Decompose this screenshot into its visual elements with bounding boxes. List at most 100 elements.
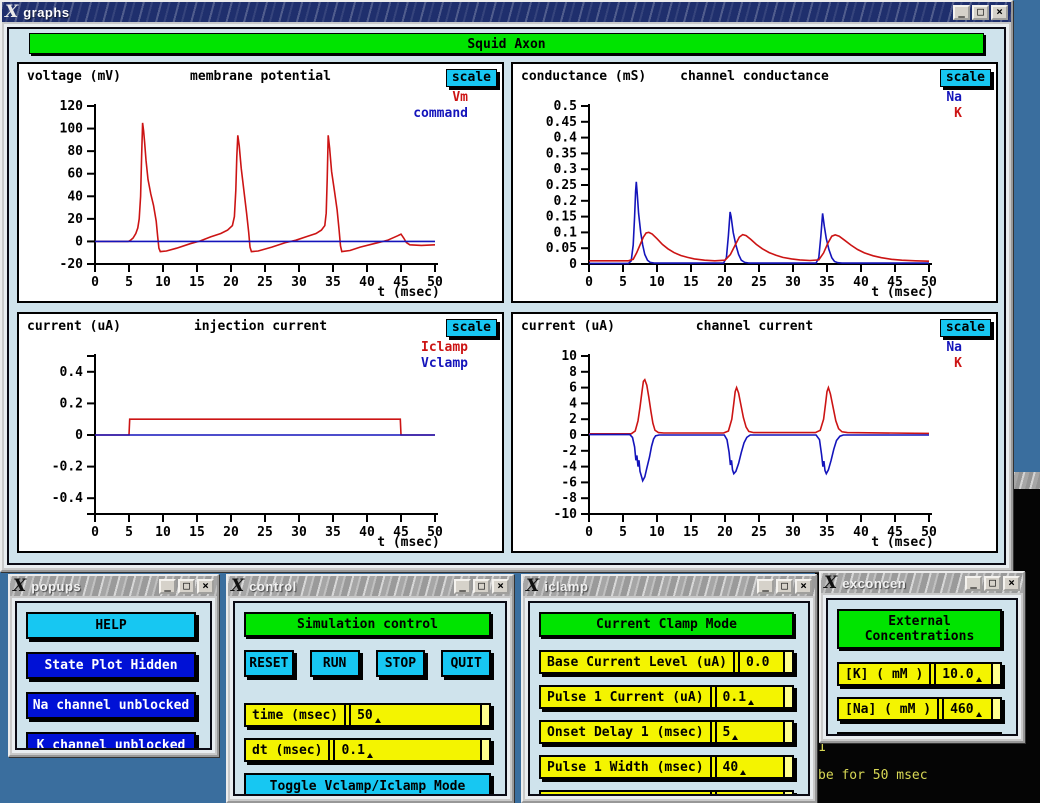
minimize-icon[interactable]: _ bbox=[159, 579, 176, 594]
pulse-2-current-ua-field: Pulse 2 Current (uA)0.0 bbox=[539, 790, 794, 796]
stop-button[interactable]: STOP bbox=[376, 650, 426, 677]
field-label: Onset Delay 1 (msec) bbox=[541, 722, 712, 742]
k-mm-field: [K] ( mM )10.0 bbox=[837, 662, 1002, 686]
field-label: [Na] ( mM ) bbox=[839, 699, 939, 719]
scale-button[interactable]: scale bbox=[940, 69, 991, 87]
svg-text:0: 0 bbox=[569, 257, 577, 272]
scale-button[interactable]: scale bbox=[940, 319, 991, 337]
svg-text:35: 35 bbox=[819, 275, 835, 290]
svg-text:25: 25 bbox=[257, 275, 273, 290]
iclamp-window: X iclamp _ □ × Current Clamp Mode Base C… bbox=[521, 574, 817, 803]
field-end-cap[interactable] bbox=[991, 664, 1000, 684]
svg-text:30: 30 bbox=[785, 525, 801, 540]
exconcen-titlebar[interactable]: X exconcen _ □ × bbox=[821, 573, 1023, 593]
svg-text:35: 35 bbox=[325, 525, 341, 540]
field-value-input[interactable]: 5 bbox=[715, 722, 783, 742]
field-value-input[interactable]: 460 bbox=[942, 699, 991, 719]
x11-logo-icon: X bbox=[13, 578, 26, 595]
svg-text:60: 60 bbox=[67, 167, 83, 182]
maximize-icon[interactable]: □ bbox=[972, 5, 989, 20]
terminal-line: be for 50 msec bbox=[818, 768, 928, 783]
close-icon[interactable]: × bbox=[991, 5, 1008, 20]
maximize-icon[interactable]: □ bbox=[776, 579, 793, 594]
run-button[interactable]: RUN bbox=[310, 650, 360, 677]
svg-text:0.35: 0.35 bbox=[546, 146, 577, 161]
close-icon[interactable]: × bbox=[1003, 576, 1020, 591]
chart-legend: Vmcommand bbox=[413, 90, 468, 122]
field-end-cap[interactable] bbox=[480, 705, 489, 725]
maximize-icon[interactable]: □ bbox=[984, 576, 1001, 591]
help-button[interactable]: HELP bbox=[26, 612, 196, 639]
dt-msec-field: dt (msec)0.1 bbox=[244, 738, 491, 762]
reset-button[interactable]: RESET bbox=[244, 650, 294, 677]
field-end-cap[interactable] bbox=[783, 687, 792, 707]
quit-button[interactable]: QUIT bbox=[441, 650, 491, 677]
svg-text:40: 40 bbox=[853, 525, 869, 540]
legend-entry-na: Na bbox=[946, 90, 962, 106]
minimize-icon[interactable]: _ bbox=[757, 579, 774, 594]
scale-button[interactable]: scale bbox=[446, 69, 497, 87]
scale-button[interactable]: scale bbox=[446, 319, 497, 337]
base-current-level-ua-field: Base Current Level (uA)0.0 bbox=[539, 650, 794, 674]
default-values-button[interactable]: Default Values bbox=[837, 732, 1002, 736]
svg-text:-20: -20 bbox=[60, 257, 84, 272]
svg-text:100: 100 bbox=[60, 122, 84, 137]
svg-text:25: 25 bbox=[751, 525, 767, 540]
control-fields: time (msec)50 dt (msec)0.1 bbox=[244, 703, 491, 762]
field-end-cap[interactable] bbox=[783, 757, 792, 777]
maximize-icon[interactable]: □ bbox=[178, 579, 195, 594]
field-end-cap[interactable] bbox=[783, 722, 792, 742]
graphs-titlebar[interactable]: X graphs _ □ × bbox=[2, 2, 1011, 22]
window-title: control bbox=[249, 579, 297, 594]
minimize-icon[interactable]: _ bbox=[965, 576, 982, 591]
close-icon[interactable]: × bbox=[795, 579, 812, 594]
na-channel-unblocked-button[interactable]: Na channel unblocked bbox=[26, 692, 196, 719]
field-label: Pulse 1 Current (uA) bbox=[541, 687, 712, 707]
k-channel-unblocked-button[interactable]: K channel unblocked bbox=[26, 732, 196, 750]
iclamp-titlebar[interactable]: X iclamp _ □ × bbox=[523, 576, 815, 596]
field-value-input[interactable]: 40 bbox=[715, 757, 783, 777]
svg-text:25: 25 bbox=[257, 525, 273, 540]
svg-text:10: 10 bbox=[649, 275, 665, 290]
svg-text:4: 4 bbox=[569, 396, 577, 411]
toggle-vclamp-iclamp-button[interactable]: Toggle Vclamp/Iclamp Mode bbox=[244, 773, 491, 796]
maximize-icon[interactable]: □ bbox=[473, 579, 490, 594]
minimize-icon[interactable]: _ bbox=[953, 5, 970, 20]
control-titlebar[interactable]: X control _ □ × bbox=[228, 576, 512, 596]
svg-text:35: 35 bbox=[325, 275, 341, 290]
svg-text:5: 5 bbox=[619, 275, 627, 290]
legend-entry-k: K bbox=[946, 106, 962, 122]
svg-text:t (msec): t (msec) bbox=[377, 285, 440, 300]
popups-titlebar[interactable]: X popups _ □ × bbox=[10, 576, 217, 596]
window-title: graphs bbox=[23, 5, 69, 20]
control-window: X control _ □ × Simulation control RESET… bbox=[226, 574, 514, 803]
legend-entry-command: command bbox=[413, 106, 468, 122]
field-value-input[interactable]: 0.0 bbox=[738, 652, 783, 672]
field-end-cap[interactable] bbox=[991, 699, 1000, 719]
state-plot-hidden-button[interactable]: State Plot Hidden bbox=[26, 652, 196, 679]
field-value-input[interactable]: 0.1 bbox=[333, 740, 480, 760]
popups-window: X popups _ □ × HELP State Plot Hidden Na c… bbox=[8, 574, 219, 757]
close-icon[interactable]: × bbox=[492, 579, 509, 594]
membrane-potential-chart: 120100806040200-2005101520253035404550t … bbox=[17, 62, 504, 303]
injection-current-chart: 0.40.20-0.2-0.405101520253035404550t (ms… bbox=[17, 312, 504, 553]
window-title: iclamp bbox=[544, 579, 588, 594]
field-value-input[interactable]: 10.0 bbox=[934, 664, 991, 684]
field-end-cap[interactable] bbox=[480, 740, 489, 760]
sim-command-row: RESET RUN STOP QUIT bbox=[244, 650, 491, 690]
chart-title: channel conductance bbox=[513, 69, 996, 84]
field-end-cap[interactable] bbox=[783, 792, 792, 796]
minimize-icon[interactable]: _ bbox=[454, 579, 471, 594]
svg-text:10: 10 bbox=[155, 275, 171, 290]
svg-text:0.4: 0.4 bbox=[60, 365, 84, 380]
time-msec-field: time (msec)50 bbox=[244, 703, 491, 727]
close-icon[interactable]: × bbox=[197, 579, 214, 594]
channel-current-plot: 1086420-2-4-6-8-1005101520253035404550t … bbox=[513, 314, 996, 551]
svg-text:10: 10 bbox=[155, 525, 171, 540]
field-value-input[interactable]: 0.1 bbox=[715, 687, 783, 707]
channel-conductance-plot: 0.50.450.40.350.30.250.20.150.10.0500510… bbox=[513, 64, 996, 301]
svg-text:40: 40 bbox=[853, 275, 869, 290]
field-end-cap[interactable] bbox=[783, 652, 792, 672]
field-value-input[interactable]: 0.0 bbox=[715, 792, 783, 796]
field-value-input[interactable]: 50 bbox=[349, 705, 480, 725]
